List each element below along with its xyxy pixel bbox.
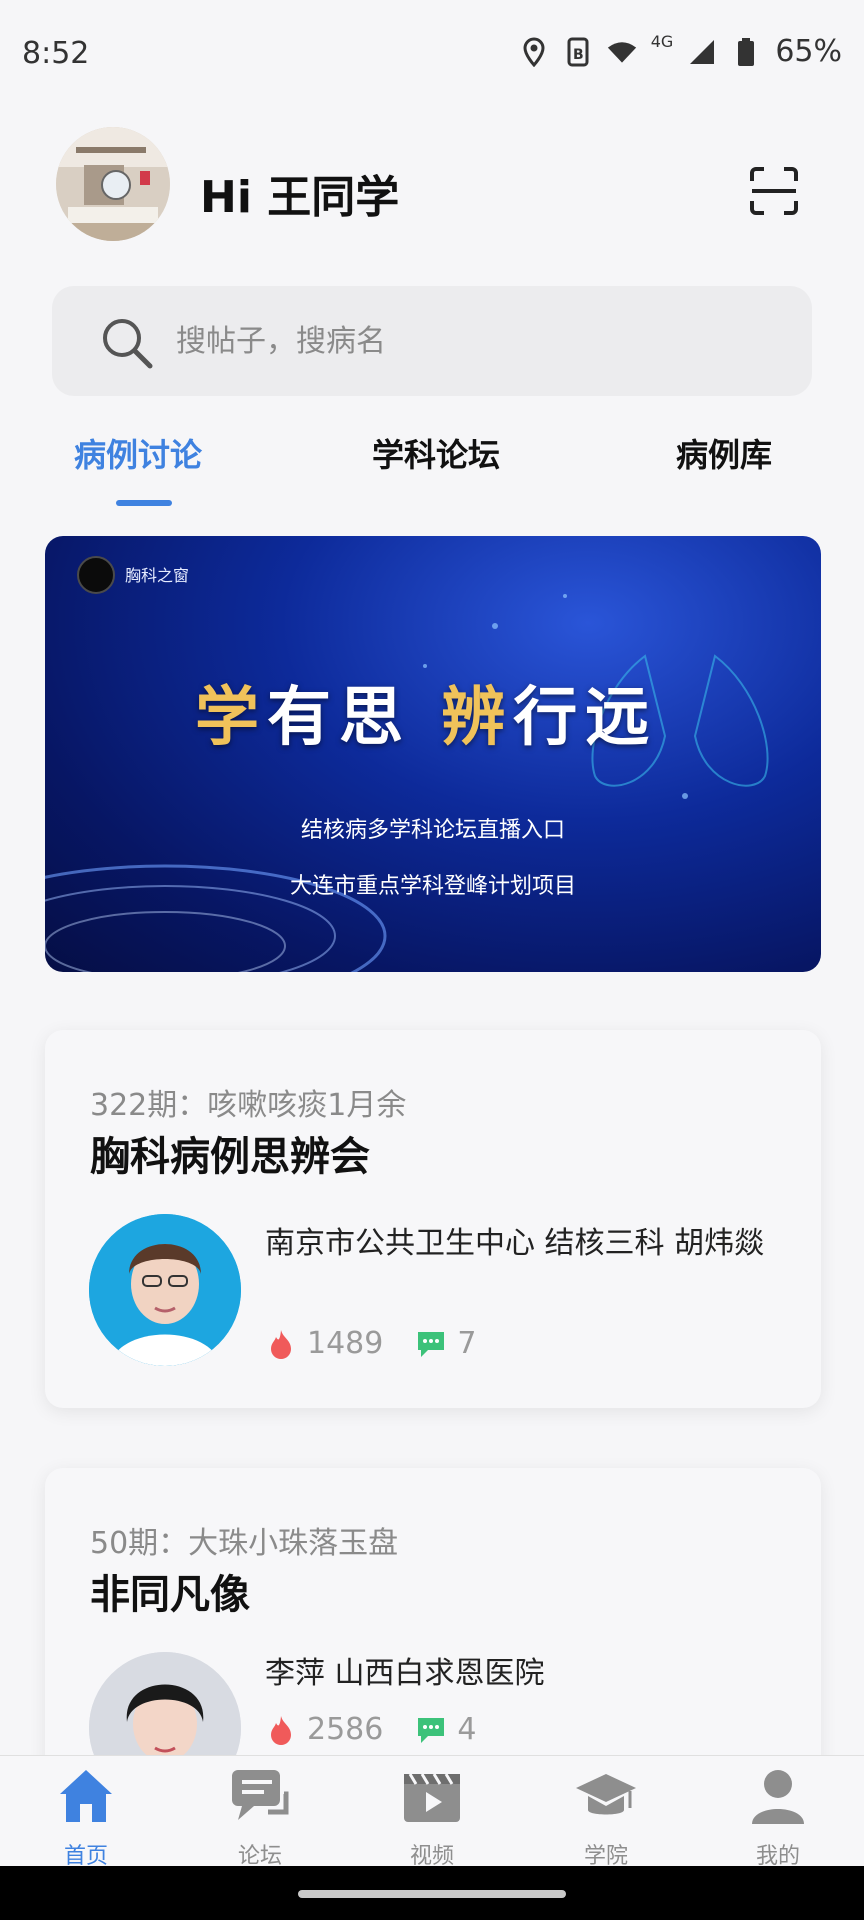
- case-issue: 50期：大珠小珠落玉盘: [90, 1526, 399, 1561]
- views-stat: 1489: [265, 1326, 383, 1361]
- case-title: 非同凡像: [90, 1572, 250, 1618]
- doctor-info: 李萍 山西白求恩医院: [265, 1656, 545, 1691]
- views-stat: 2586: [265, 1712, 383, 1747]
- live-banner[interactable]: 胸科之窗 学有思 辨行远 结核病多学科论坛直播入口 大连市重点学科登峰计划项目: [45, 536, 821, 972]
- banner-title-part1: 学: [195, 680, 267, 755]
- nfc-icon: B: [563, 37, 593, 67]
- comments-count: 7: [457, 1326, 477, 1361]
- comments-stat: 4: [415, 1712, 476, 1747]
- location-icon: [519, 36, 549, 67]
- banner-line-1: 结核病多学科论坛直播入口: [300, 818, 565, 843]
- svg-text:B: B: [573, 47, 584, 63]
- case-stats: 2586 4: [265, 1712, 508, 1747]
- views-count: 2586: [307, 1712, 384, 1747]
- case-card[interactable]: 50期：大珠小珠落玉盘 非同凡像 李萍 山西白求恩医院 2586 4: [45, 1468, 821, 1804]
- home-icon: [60, 1770, 112, 1822]
- banner-title-part3: 辨: [441, 680, 514, 755]
- fire-icon: [271, 1715, 291, 1745]
- nav-video[interactable]: 视频: [372, 1764, 492, 1870]
- app-screen: 8:52 B 4G 65% Hi 王同学 搜帖子，搜病名 病例讨论 学科论坛 病…: [0, 0, 864, 1920]
- case-title: 胸科病例思辨会: [90, 1134, 370, 1180]
- comments-stat: 7: [415, 1326, 476, 1361]
- search-icon: [103, 319, 153, 369]
- case-stats: 1489 7: [265, 1326, 508, 1361]
- wifi-icon: [607, 37, 637, 67]
- banner-title-part4: 行远: [513, 680, 658, 755]
- doctor-avatar: [89, 1214, 241, 1366]
- fire-icon: [271, 1329, 291, 1359]
- header: Hi 王同学: [0, 125, 864, 245]
- signal-icon: [687, 37, 717, 67]
- comment-icon: [418, 1717, 445, 1743]
- comment-icon: [418, 1331, 445, 1357]
- doctor-info: 南京市公共卫生中心 结核三科 胡炜燚: [265, 1226, 765, 1261]
- nav-forum[interactable]: 论坛: [200, 1764, 320, 1870]
- views-count: 1489: [307, 1326, 384, 1361]
- tab-case-library[interactable]: 病例库: [676, 430, 772, 476]
- nav-home[interactable]: 首页: [26, 1764, 146, 1870]
- greeting-title: Hi 王同学: [200, 172, 400, 223]
- profile-icon: [752, 1770, 804, 1824]
- banner-line-2: 大连市重点学科登峰计划项目: [289, 874, 576, 899]
- battery-icon: [731, 37, 761, 67]
- banner-title: 学有思 辨行远: [195, 666, 657, 758]
- bottom-nav: 首页 论坛 视频 学院 我的: [0, 1755, 864, 1869]
- status-icons: B 4G 65%: [519, 32, 842, 69]
- banner-title-part2: 有思: [267, 680, 442, 755]
- comments-count: 4: [457, 1712, 477, 1747]
- status-time: 8:52: [22, 36, 90, 71]
- system-gesture-bar: [0, 1866, 864, 1920]
- banner-brand: 胸科之窗: [125, 566, 190, 585]
- scan-icon: [750, 167, 798, 215]
- search-bar[interactable]: [52, 286, 812, 396]
- gesture-handle[interactable]: [298, 1890, 566, 1898]
- battery-percent: 65%: [775, 34, 842, 69]
- nav-academy[interactable]: 学院: [546, 1764, 666, 1870]
- search-input[interactable]: [176, 312, 776, 370]
- brand-logo-icon: [77, 556, 115, 594]
- network-type: 4G: [650, 32, 674, 51]
- status-bar: 8:52 B 4G 65%: [0, 0, 864, 110]
- forum-icon: [232, 1770, 289, 1820]
- case-card[interactable]: 322期：咳嗽咳痰1月余 胸科病例思辨会 南京市公共卫生中心 结核三科 胡炜燚 …: [45, 1030, 821, 1408]
- case-issue: 322期：咳嗽咳痰1月余: [90, 1088, 407, 1123]
- tab-discipline-forum[interactable]: 学科论坛: [372, 430, 500, 476]
- tab-indicator: [116, 500, 172, 506]
- scan-button[interactable]: [748, 165, 800, 217]
- user-avatar[interactable]: [56, 127, 170, 241]
- nav-profile[interactable]: 我的: [718, 1764, 838, 1870]
- tab-case-discussion[interactable]: 病例讨论: [74, 430, 202, 476]
- academy-icon: [576, 1774, 636, 1815]
- tab-bar: 病例讨论 学科论坛 病例库: [0, 420, 864, 510]
- video-icon: [404, 1773, 460, 1822]
